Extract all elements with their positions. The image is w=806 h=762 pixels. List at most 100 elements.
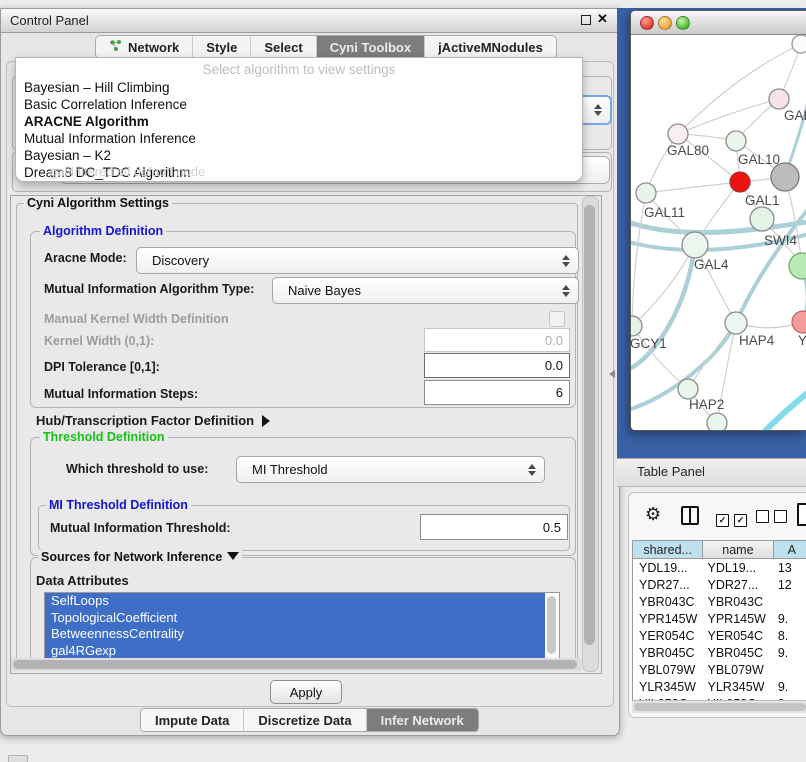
tab-discretize-data[interactable]: Discretize Data [244, 709, 366, 731]
network-edge[interactable] [646, 182, 740, 193]
table-cell: YDL19... [704, 559, 774, 576]
network-canvas[interactable]: GALGAL80GAL10GAL1GAL11SWI4GAL4GCY1HAP4YH… [631, 35, 806, 430]
network-node[interactable] [725, 312, 747, 334]
attribute-list[interactable]: SelfLoopsTopologicalCoefficientBetweenne… [44, 592, 560, 660]
tab-cyni-toolbox[interactable]: Cyni Toolbox [317, 36, 425, 58]
network-node[interactable] [792, 35, 806, 53]
tab-select[interactable]: Select [251, 36, 316, 58]
control-panel-titlebar[interactable] [0, 8, 620, 33]
network-window-titlebar[interactable] [631, 11, 806, 35]
split-divider-arrow-icon[interactable] [609, 370, 615, 378]
network-node[interactable] [707, 413, 727, 430]
attribute-item[interactable]: gal4RGexp [45, 643, 545, 660]
mit-field[interactable]: 0.5 [420, 514, 568, 540]
tab-style[interactable]: Style [193, 36, 251, 58]
table-cell: YER054C [633, 627, 704, 644]
tab-network[interactable]: Network [96, 36, 193, 58]
mi-steps-field[interactable]: 6 [424, 380, 570, 405]
network-node[interactable] [668, 124, 688, 144]
dpi-tolerance-label: DPI Tolerance [0,1]: [44, 360, 160, 374]
table-cell: YPR145W [633, 610, 704, 627]
settings-horizontal-scrollbar[interactable] [11, 658, 581, 671]
table-horizontal-scrollbar-thumb[interactable] [634, 703, 806, 711]
network-node[interactable] [682, 232, 708, 258]
network-node[interactable] [771, 163, 799, 191]
mi-type-stepper-icon [562, 285, 570, 297]
network-edge[interactable] [785, 75, 806, 177]
attribute-list-scrollbar[interactable] [545, 594, 558, 658]
settings-vertical-scrollbar-thumb[interactable] [584, 205, 595, 645]
aracne-mode-combobox[interactable]: Discovery [136, 247, 579, 274]
data-attributes-label: Data Attributes [36, 573, 129, 588]
table-row[interactable]: YDR27...YDR27...12 [633, 576, 806, 593]
table-settings-gear-icon[interactable]: ⚙ [645, 504, 661, 525]
collapse-arrow-icon [227, 552, 239, 560]
network-node[interactable] [730, 172, 750, 192]
attribute-item[interactable]: SelfLoops [45, 593, 545, 610]
deselect-all-checkboxes-icon[interactable] [756, 510, 792, 528]
tab-jactivemnodules[interactable]: jActiveMNodules [425, 36, 556, 58]
close-traffic-icon[interactable] [640, 16, 654, 30]
network-node[interactable] [792, 311, 806, 333]
settings-vertical-scrollbar[interactable] [582, 196, 599, 672]
node-table-header: shared...nameA [633, 541, 806, 559]
close-icon[interactable]: ✕ [597, 11, 608, 27]
network-node[interactable] [789, 253, 806, 279]
table-row[interactable]: YER054CYER054C8. [633, 627, 806, 644]
algorithm-menu-item[interactable]: Bayesian – Hill Climbing [19, 79, 579, 96]
network-view-window[interactable]: GALGAL80GAL10GAL1GAL11SWI4GAL4GCY1HAP4YH… [630, 10, 806, 431]
table-column-header[interactable]: A [774, 541, 806, 559]
export-table-icon[interactable] [797, 503, 806, 526]
sources-title[interactable]: Sources for Network Inference [38, 550, 242, 564]
corner-widget-icon[interactable] [8, 755, 28, 762]
algorithm-menu-item[interactable]: Basic Correlation Inference [19, 96, 579, 113]
table-cell: YPR145W [704, 610, 774, 627]
table-column-header[interactable]: name [703, 541, 773, 559]
network-edge[interactable] [678, 99, 779, 134]
table-column-header[interactable]: shared... [633, 541, 703, 559]
network-edge[interactable] [631, 221, 806, 233]
network-edge[interactable] [761, 387, 806, 430]
algorithm-menu-item[interactable]: Bayesian – K2 [19, 147, 579, 164]
apply-button[interactable]: Apply [270, 680, 342, 704]
table-cell: 8. [774, 627, 806, 644]
kernel-width-field[interactable]: 0.0 [424, 328, 570, 352]
network-node[interactable] [726, 131, 746, 151]
algorithm-menu-item[interactable]: ARACNE Algorithm [19, 113, 579, 130]
network-node[interactable] [636, 183, 656, 203]
attribute-item[interactable]: TopologicalCoefficient [45, 610, 545, 627]
float-window-icon[interactable] [581, 15, 591, 25]
table-row[interactable]: YDL19...YDL19...13 [633, 559, 806, 576]
table-row[interactable]: YBR043CYBR043C [633, 593, 806, 610]
network-node[interactable] [678, 379, 698, 399]
network-node[interactable] [750, 207, 774, 231]
manual-kernel-label: Manual Kernel Width Definition [44, 312, 229, 326]
minimize-traffic-icon[interactable] [658, 16, 672, 30]
table-row[interactable]: YPR145WYPR145W9. [633, 610, 806, 627]
column-visibility-icon[interactable] [681, 506, 699, 525]
settings-horizontal-scrollbar-thumb[interactable] [13, 660, 577, 669]
which-threshold-value: MI Threshold [252, 462, 328, 477]
table-panel-title: Table Panel [637, 464, 705, 479]
table-row[interactable]: YLR345WYLR345W9. [633, 678, 806, 695]
dpi-tolerance-field[interactable]: 0.0 [424, 353, 570, 378]
mi-type-combobox[interactable]: Naive Bayes [272, 277, 579, 304]
hub-definition-expander[interactable]: Hub/Transcription Factor Definition [36, 413, 270, 428]
table-row[interactable]: YBR045CYBR045C9. [633, 644, 806, 661]
which-threshold-combobox[interactable]: MI Threshold [236, 456, 545, 483]
select-all-checkboxes-icon[interactable]: ✓✓ [716, 510, 752, 528]
network-edge[interactable] [631, 245, 695, 371]
attribute-item[interactable]: BetweennessCentrality [45, 626, 545, 643]
tab-infer-network[interactable]: Infer Network [367, 709, 478, 731]
table-row[interactable]: YBL079WYBL079W [633, 661, 806, 678]
zoom-traffic-icon[interactable] [676, 16, 690, 30]
table-cell: YBL079W [704, 661, 774, 678]
algorithm-menu-item[interactable]: Mutual Information Inference [19, 130, 579, 147]
tab-network-label: Network [128, 40, 179, 55]
tab-impute-data[interactable]: Impute Data [141, 709, 244, 731]
network-node[interactable] [769, 89, 789, 109]
control-panel-tabbar: Network Style Select Cyni Toolbox jActiv… [95, 35, 557, 59]
manual-kernel-checkbox[interactable] [549, 311, 565, 327]
table-horizontal-scrollbar[interactable] [632, 700, 806, 713]
network-node-label: GAL4 [694, 257, 729, 272]
